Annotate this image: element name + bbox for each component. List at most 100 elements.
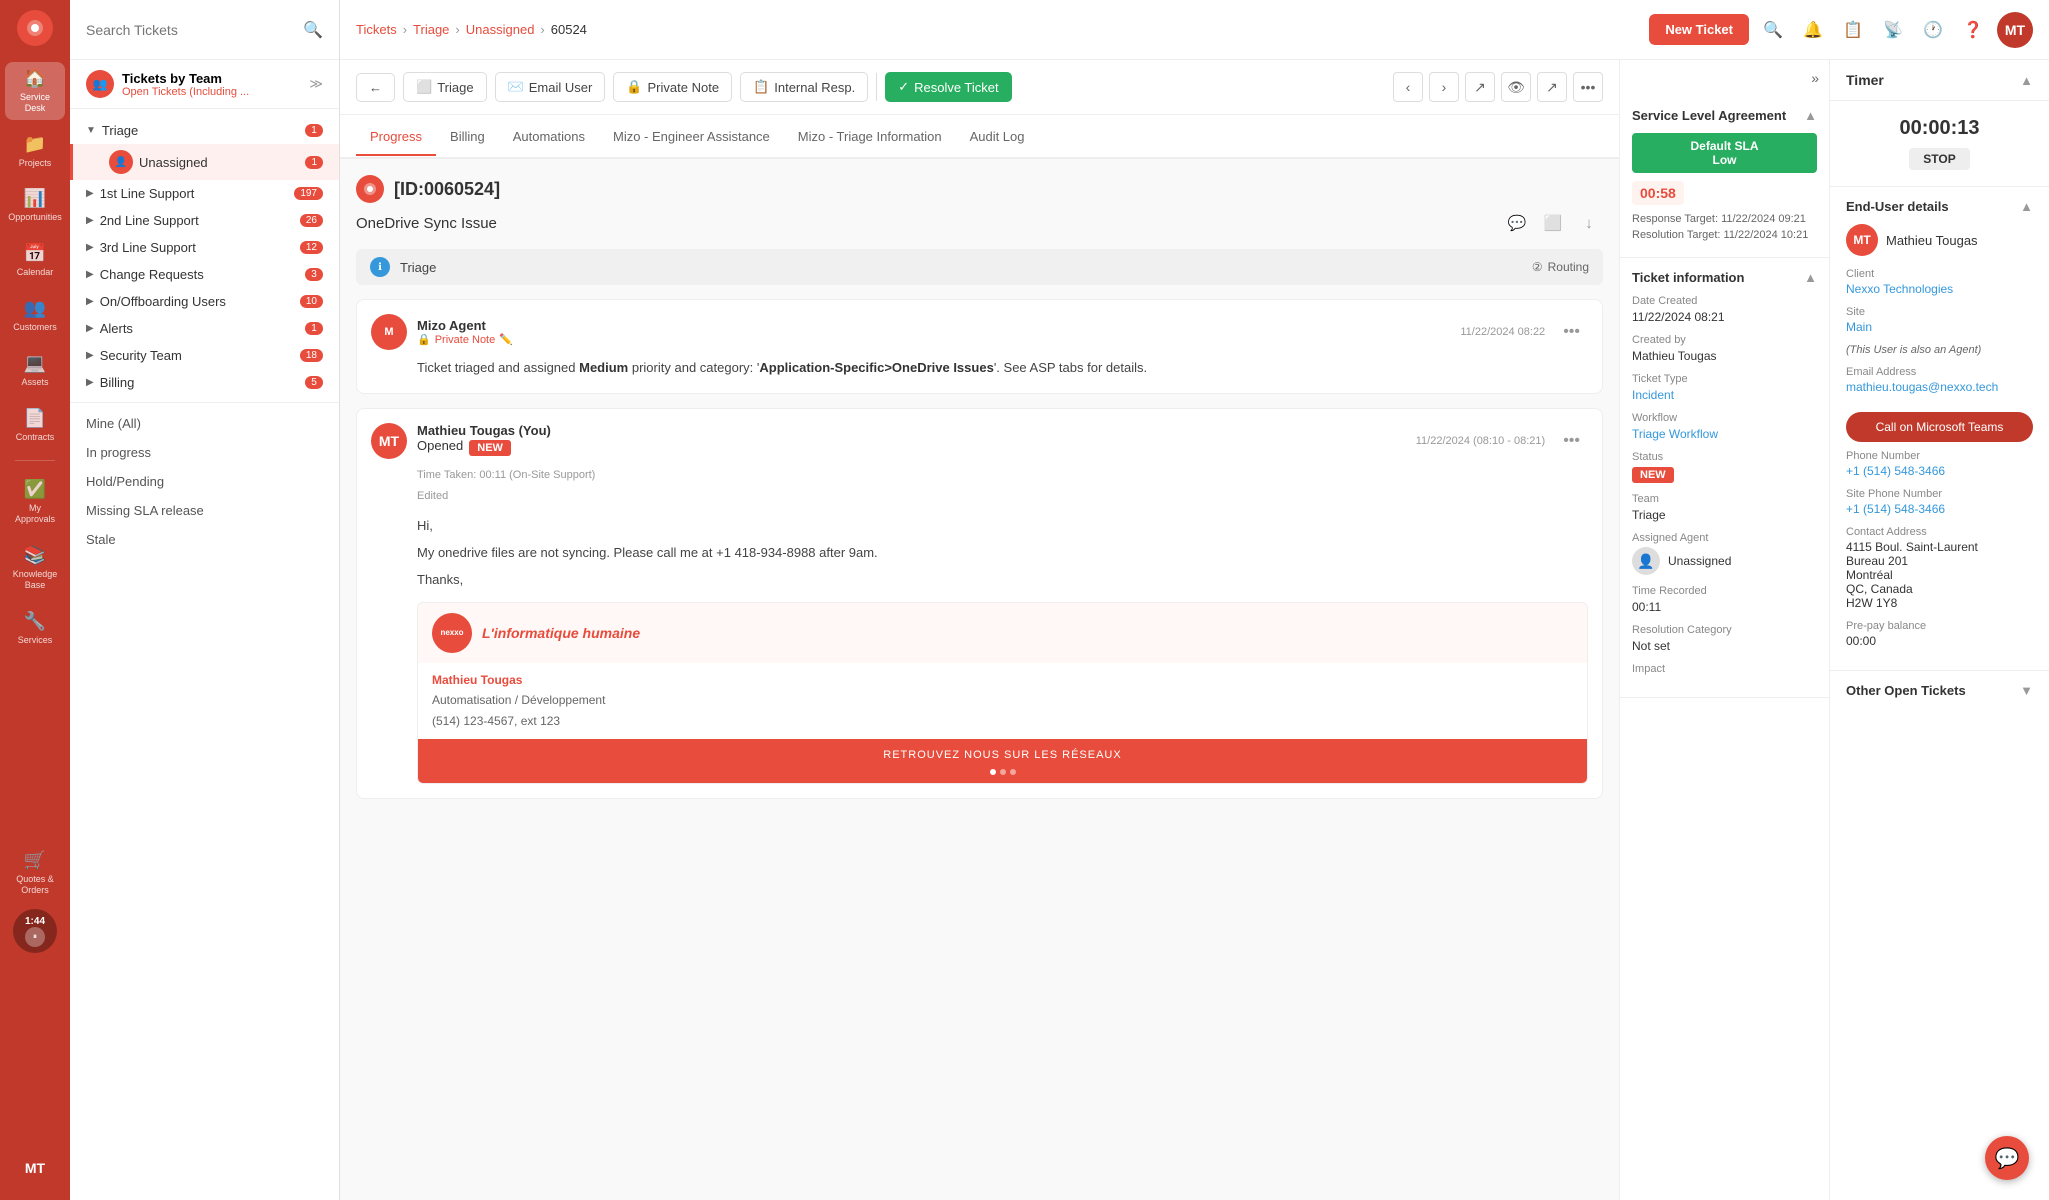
edited-label: Edited bbox=[417, 488, 1588, 506]
sidebar-item-service-desk[interactable]: 🏠 Service Desk bbox=[5, 62, 65, 120]
call-teams-button[interactable]: Call on Microsoft Teams bbox=[1846, 412, 2033, 442]
site-phone-value[interactable]: +1 (514) 548-3466 bbox=[1846, 502, 2033, 516]
assigned-agent-info: 👤 Unassigned bbox=[1632, 547, 1817, 575]
toolbar-more-btn[interactable]: ••• bbox=[1573, 72, 1603, 102]
mizo-message-header: M Mizo Agent 🔒 Private Note ✏️ 11/22/202… bbox=[371, 314, 1588, 350]
nav-sub-item-unassigned[interactable]: 👤 Unassigned 1 bbox=[70, 144, 339, 180]
nav-collapse-btn[interactable]: ≫ bbox=[309, 76, 323, 92]
private-note-button[interactable]: 🔒 Private Note bbox=[613, 72, 732, 102]
back-button[interactable]: ← bbox=[356, 73, 395, 102]
main-area: Tickets › Triage › Unassigned › 60524 Ne… bbox=[340, 0, 2049, 1200]
site-phone-row: Site Phone Number +1 (514) 548-3466 bbox=[1846, 488, 2033, 516]
agent-avatar: 👤 bbox=[1632, 547, 1660, 575]
sidebar-item-assets[interactable]: 💻 Assets bbox=[5, 347, 65, 394]
time-btn[interactable]: 🕐 bbox=[1917, 14, 1949, 46]
ticket-type-value[interactable]: Incident bbox=[1632, 388, 1817, 402]
search-topbar-btn[interactable]: 🔍 bbox=[1757, 14, 1789, 46]
nav-item-alerts[interactable]: ▶ Alerts 1 bbox=[70, 315, 339, 342]
nav-item-change-req[interactable]: ▶ Change Requests 3 bbox=[70, 261, 339, 288]
phone-label: Phone Number bbox=[1846, 450, 2033, 462]
sla-title: Service Level Agreement bbox=[1632, 108, 1786, 123]
ticket-info-collapse-btn[interactable]: ▲ bbox=[1804, 270, 1817, 285]
ticket-id-badge bbox=[356, 175, 384, 203]
sidebar-user-avatar[interactable]: MT bbox=[13, 1146, 57, 1190]
breadcrumb-triage[interactable]: Triage bbox=[413, 22, 449, 37]
email-user-button[interactable]: ✉️ Email User bbox=[495, 72, 606, 102]
tab-mizo-triage[interactable]: Mizo - Triage Information bbox=[784, 119, 956, 156]
toolbar-view-btn[interactable]: 👁 bbox=[1501, 72, 1531, 102]
sla-section: Service Level Agreement ▲ Default SLALow… bbox=[1620, 96, 1829, 258]
tab-billing[interactable]: Billing bbox=[436, 119, 499, 156]
feed-btn[interactable]: 📡 bbox=[1877, 14, 1909, 46]
sidebar-item-services[interactable]: 🔧 Services bbox=[5, 605, 65, 652]
client-value[interactable]: Nexxo Technologies bbox=[1846, 282, 2033, 296]
sidebar-item-customers[interactable]: 👥 Customers bbox=[5, 292, 65, 339]
toolbar-external-btn[interactable]: ↗ bbox=[1465, 72, 1495, 102]
nav-item-triage[interactable]: ▼ Triage 1 bbox=[70, 117, 339, 144]
mathieu-more-btn[interactable]: ••• bbox=[1555, 428, 1588, 454]
sidebar-item-quotes[interactable]: 🛒 Quotes & Orders bbox=[5, 844, 65, 902]
workflow-value[interactable]: Triage Workflow bbox=[1632, 427, 1817, 441]
breadcrumb-tickets[interactable]: Tickets bbox=[356, 22, 397, 37]
phone-value[interactable]: +1 (514) 548-3466 bbox=[1846, 464, 2033, 478]
sidebar-item-opportunities[interactable]: 📊 Opportunities bbox=[5, 182, 65, 229]
comment-btn[interactable]: 💬 bbox=[1503, 209, 1531, 237]
timer-stop-button[interactable]: STOP bbox=[1909, 148, 1969, 170]
app-logo[interactable] bbox=[17, 10, 53, 46]
sig-dot-3 bbox=[1010, 769, 1016, 775]
help-btn[interactable]: ❓ bbox=[1957, 14, 1989, 46]
nav-flat-missing-sla[interactable]: Missing SLA release bbox=[70, 496, 339, 525]
sla-collapse-btn[interactable]: ▲ bbox=[1804, 108, 1817, 123]
other-tickets-section: Other Open Tickets ▼ bbox=[1830, 671, 2049, 718]
site-value[interactable]: Main bbox=[1846, 320, 2033, 334]
chat-button[interactable]: 💬 bbox=[1985, 1136, 2029, 1180]
nav-flat-hold[interactable]: Hold/Pending bbox=[70, 467, 339, 496]
tab-progress[interactable]: Progress bbox=[356, 119, 436, 156]
calendar-btn[interactable]: 📋 bbox=[1837, 14, 1869, 46]
triage-button[interactable]: ⬜ Triage bbox=[403, 72, 487, 102]
end-user-collapse-btn[interactable]: ▲ bbox=[2020, 199, 2033, 214]
sidebar-item-contracts[interactable]: 📄 Contracts bbox=[5, 402, 65, 449]
search-icon[interactable]: 🔍 bbox=[303, 20, 323, 40]
team-row: Team Triage bbox=[1632, 493, 1817, 522]
mizo-body: Ticket triaged and assigned Medium prior… bbox=[371, 358, 1588, 379]
nav-flat-mine[interactable]: Mine (All) bbox=[70, 409, 339, 438]
sidebar-item-knowledge[interactable]: 📚 Knowledge Base bbox=[5, 539, 65, 597]
copy-btn[interactable]: ⬜ bbox=[1539, 209, 1567, 237]
user-avatar[interactable]: MT bbox=[1997, 12, 2033, 48]
notifications-btn[interactable]: 🔔 bbox=[1797, 14, 1829, 46]
nav-item-billing[interactable]: ▶ Billing 5 bbox=[70, 369, 339, 396]
toolbar-next-btn[interactable]: › bbox=[1429, 72, 1459, 102]
nav-item-2nd-line[interactable]: ▶ 2nd Line Support 26 bbox=[70, 207, 339, 234]
timer-collapse-btn[interactable]: ▲ bbox=[2020, 73, 2033, 88]
nav-item-security[interactable]: ▶ Security Team 18 bbox=[70, 342, 339, 369]
nav-item-1st-line[interactable]: ▶ 1st Line Support 197 bbox=[70, 180, 339, 207]
toolbar-prev-btn[interactable]: ‹ bbox=[1393, 72, 1423, 102]
end-user-info: MT Mathieu Tougas bbox=[1846, 224, 2033, 256]
nav-item-onoff[interactable]: ▶ On/Offboarding Users 10 bbox=[70, 288, 339, 315]
sidebar-item-approvals[interactable]: ✅ My Approvals bbox=[5, 473, 65, 531]
breadcrumb-unassigned[interactable]: Unassigned bbox=[466, 22, 535, 37]
sidebar-item-projects[interactable]: 📁 Projects bbox=[5, 128, 65, 175]
toolbar-share-btn[interactable]: ↗ bbox=[1537, 72, 1567, 102]
internal-resp-button[interactable]: 📋 Internal Resp. bbox=[740, 72, 868, 102]
new-ticket-button[interactable]: New Ticket bbox=[1649, 14, 1749, 45]
tab-automations[interactable]: Automations bbox=[499, 119, 599, 156]
sidebar-item-calendar[interactable]: 📅 Calendar bbox=[5, 237, 65, 284]
timer-value: 00:00:13 bbox=[1846, 117, 2033, 140]
prepay-row: Pre-pay balance 00:00 bbox=[1846, 620, 2033, 648]
nav-flat-stale[interactable]: Stale bbox=[70, 525, 339, 554]
other-tickets-collapse-btn[interactable]: ▼ bbox=[2020, 683, 2033, 698]
sidebar-pause-btn[interactable]: ⏸ bbox=[25, 927, 45, 947]
expand-icon[interactable]: » bbox=[1811, 70, 1819, 86]
download-btn[interactable]: ↓ bbox=[1575, 209, 1603, 237]
email-value[interactable]: mathieu.tougas@nexxo.tech bbox=[1846, 380, 2033, 394]
nav-item-3rd-line[interactable]: ▶ 3rd Line Support 12 bbox=[70, 234, 339, 261]
tab-mizo-engineer[interactable]: Mizo - Engineer Assistance bbox=[599, 119, 784, 156]
resolve-ticket-button[interactable]: ✓ Resolve Ticket bbox=[885, 72, 1011, 102]
search-input[interactable] bbox=[86, 22, 293, 38]
routing-label: Routing bbox=[1548, 260, 1589, 274]
nav-flat-in-progress[interactable]: In progress bbox=[70, 438, 339, 467]
tab-audit-log[interactable]: Audit Log bbox=[956, 119, 1039, 156]
mizo-more-btn[interactable]: ••• bbox=[1555, 319, 1588, 345]
